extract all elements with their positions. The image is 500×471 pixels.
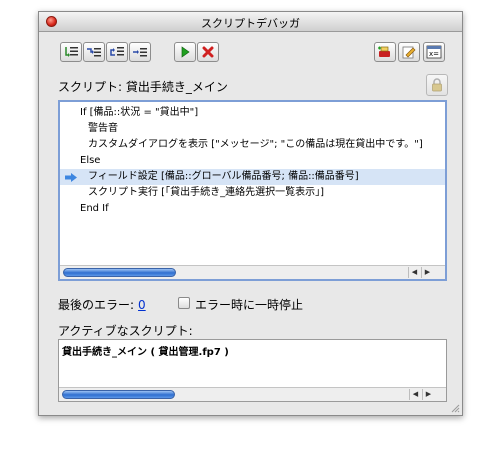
lock-button[interactable] (426, 74, 448, 96)
script-step[interactable]: カスタムダイアログを表示 ["メッセージ"; "この備品は現在貸出中です。"] (60, 137, 445, 153)
script-step-text: Else (80, 155, 101, 166)
run-icon (181, 46, 190, 58)
data-viewer-button[interactable]: x= (423, 42, 445, 62)
script-step-text: フィールド設定 [備品::グローバル備品番号; 備品::備品番号] (88, 171, 359, 182)
title-bar[interactable]: スクリプトデバッガ (39, 12, 462, 32)
step-out-icon (110, 47, 124, 56)
active-scroll-left-button[interactable]: ◀ (409, 389, 421, 400)
current-step-arrow-icon (65, 173, 77, 182)
scroll-thumb[interactable] (63, 268, 176, 277)
last-error-row: 最後のエラー: 0 (58, 296, 146, 313)
script-debugger-window: スクリプトデバッガ x= スクリプト: 貸出手続き_メイン If [備品::状況… (38, 11, 463, 416)
step-into-icon (65, 47, 78, 57)
script-step[interactable]: If [備品::状況 = "貸出中"] (60, 105, 445, 121)
script-step[interactable]: スクリプト実行 [「貸出手続き_連絡先選択一覧表示」] (60, 185, 445, 201)
script-step[interactable]: 警告音 (60, 121, 445, 137)
last-error-value-link[interactable]: 0 (138, 298, 146, 312)
set-breakpoint-icon (378, 46, 390, 57)
script-step-text: If [備品::状況 = "貸出中"] (80, 107, 199, 118)
script-step[interactable]: Else (60, 153, 445, 169)
step-into-button[interactable] (60, 42, 82, 62)
set-next-step-button[interactable] (129, 42, 151, 62)
edit-script-button[interactable] (398, 42, 420, 62)
edit-script-icon (402, 46, 416, 59)
active-scroll-thumb[interactable] (62, 390, 175, 399)
script-step-current[interactable]: フィールド設定 [備品::グローバル備品番号; 備品::備品番号] (60, 169, 445, 185)
step-out-button[interactable] (106, 42, 128, 62)
resize-grip-icon[interactable] (450, 403, 460, 413)
set-breakpoint-button[interactable] (374, 42, 396, 62)
script-steps-panel[interactable]: If [備品::状況 = "貸出中"]警告音カスタムダイアログを表示 ["メッセ… (58, 100, 447, 281)
window-title: スクリプトデバッガ (201, 17, 300, 30)
scroll-right-button[interactable]: ▶ (421, 267, 433, 278)
active-scroll-right-button[interactable]: ▶ (422, 389, 434, 400)
pause-on-error-label[interactable]: エラー時に一時停止 (195, 296, 303, 313)
run-button[interactable] (174, 42, 196, 62)
script-name-label: スクリプト: 貸出手続き_メイン (58, 80, 228, 94)
scroll-left-button[interactable]: ◀ (408, 267, 420, 278)
active-horizontal-scrollbar[interactable]: ◀ ▶ (59, 387, 446, 401)
active-script-item[interactable]: 貸出手続き_メイン ( 貸出管理.fp7 ) (62, 343, 229, 358)
lock-icon (432, 78, 442, 92)
horizontal-scrollbar[interactable]: ◀ ▶ (60, 265, 445, 279)
step-over-button[interactable] (83, 42, 105, 62)
svg-text:x=: x= (429, 50, 439, 58)
halt-button[interactable] (197, 42, 219, 62)
script-step-text: カスタムダイアログを表示 ["メッセージ"; "この備品は現在貸出中です。"] (88, 139, 423, 150)
active-scripts-panel[interactable]: 貸出手続き_メイン ( 貸出管理.fp7 ) ◀ ▶ (58, 339, 447, 402)
step-over-icon (87, 48, 101, 57)
last-error-label: 最後のエラー: (58, 298, 135, 312)
script-step-text: End If (80, 203, 109, 214)
script-step-text: 警告音 (88, 123, 118, 134)
pause-on-error-checkbox[interactable] (178, 297, 190, 309)
data-viewer-icon: x= (426, 45, 442, 59)
script-step-text: スクリプト実行 [「貸出手続き_連絡先選択一覧表示」] (88, 187, 324, 198)
set-next-step-icon (133, 48, 147, 57)
script-step[interactable]: End If (60, 201, 445, 217)
halt-icon (202, 46, 214, 58)
active-scripts-label: アクティブなスクリプト: (58, 324, 193, 338)
